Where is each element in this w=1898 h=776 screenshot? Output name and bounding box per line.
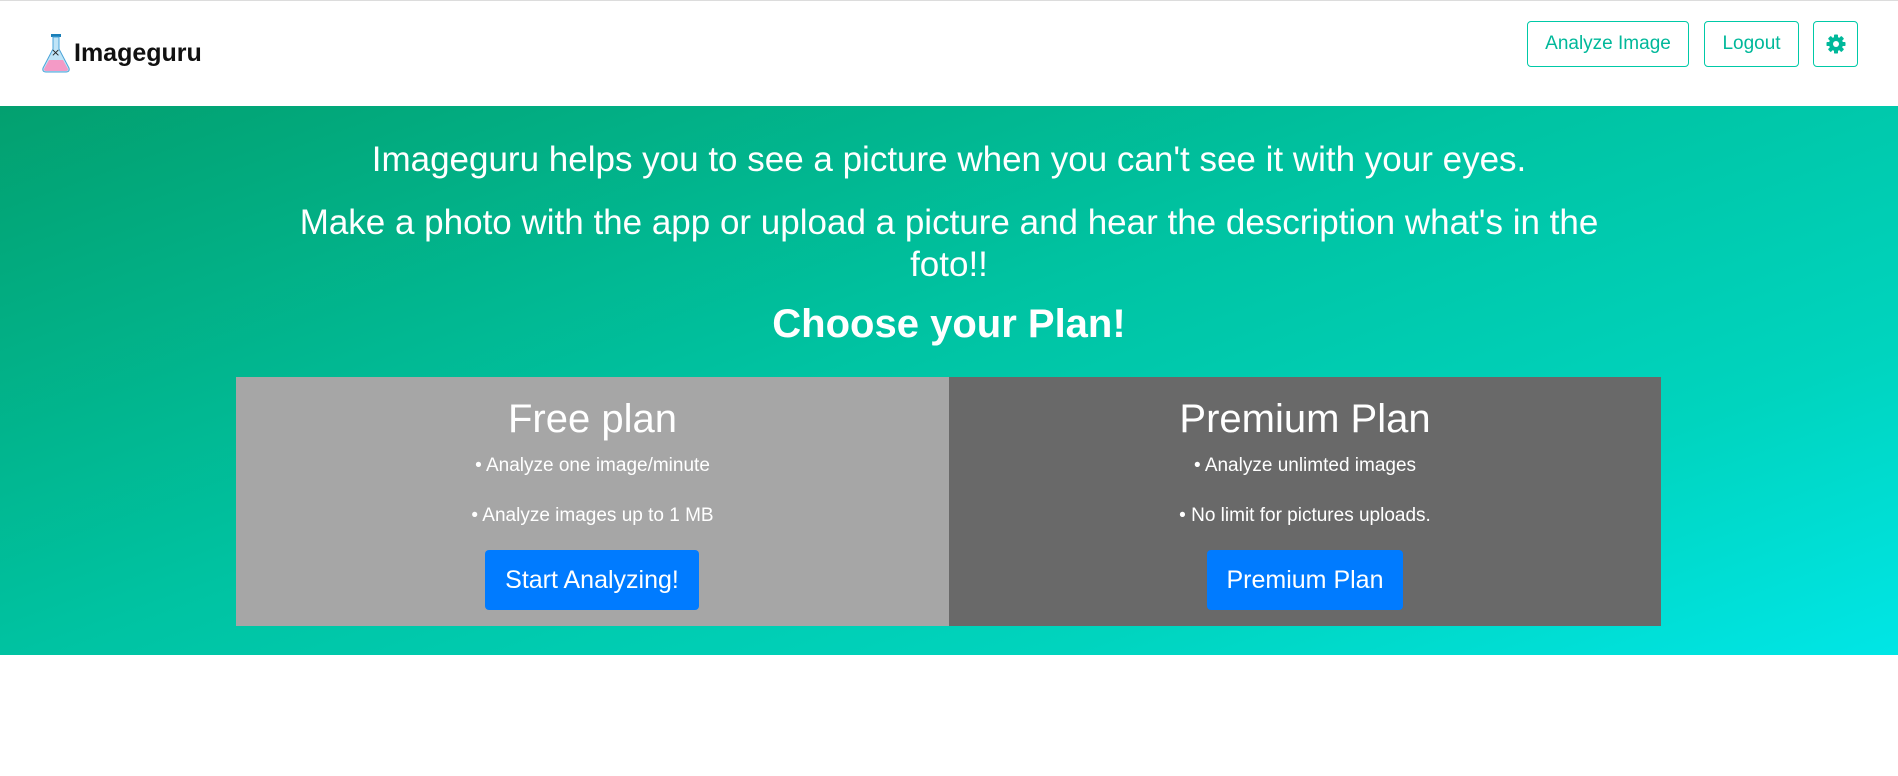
- start-analyzing-button[interactable]: Start Analyzing!: [485, 550, 699, 610]
- plan-feature: • Analyze images up to 1 MB: [471, 505, 714, 526]
- hero-section: Imageguru helps you to see a picture whe…: [0, 106, 1898, 655]
- premium-plan-card: Premium Plan • Analyze unlimted images •…: [949, 377, 1661, 626]
- plan-feature: • Analyze unlimted images: [1193, 455, 1417, 476]
- analyze-image-button[interactable]: Analyze Image: [1527, 21, 1689, 67]
- plan-feature: • No limit for pictures uploads.: [1179, 505, 1431, 526]
- free-plan-card: Free plan • Analyze one image/minute • A…: [236, 377, 949, 626]
- brand-name: Imageguru: [74, 38, 202, 67]
- svg-text:×: ×: [51, 46, 60, 59]
- settings-button[interactable]: [1813, 21, 1858, 67]
- premium-plan-button[interactable]: Premium Plan: [1207, 550, 1403, 610]
- plan-title: Free plan: [508, 397, 677, 441]
- gear-icon: [1826, 34, 1845, 54]
- logout-button[interactable]: Logout: [1704, 21, 1799, 67]
- flask-logo-icon: ×: [42, 34, 70, 73]
- navbar: × Imageguru Analyze Image Logout: [0, 1, 1898, 106]
- brand[interactable]: × Imageguru: [40, 31, 202, 75]
- hero-tagline: Imageguru helps you to see a picture whe…: [371, 140, 1527, 179]
- hero-description: Make a photo with the app or upload a pi…: [299, 203, 1599, 284]
- plan-feature: • Analyze one image/minute: [475, 455, 710, 476]
- plan-title: Premium Plan: [1179, 397, 1431, 441]
- choose-plan-heading: Choose your Plan!: [772, 302, 1126, 346]
